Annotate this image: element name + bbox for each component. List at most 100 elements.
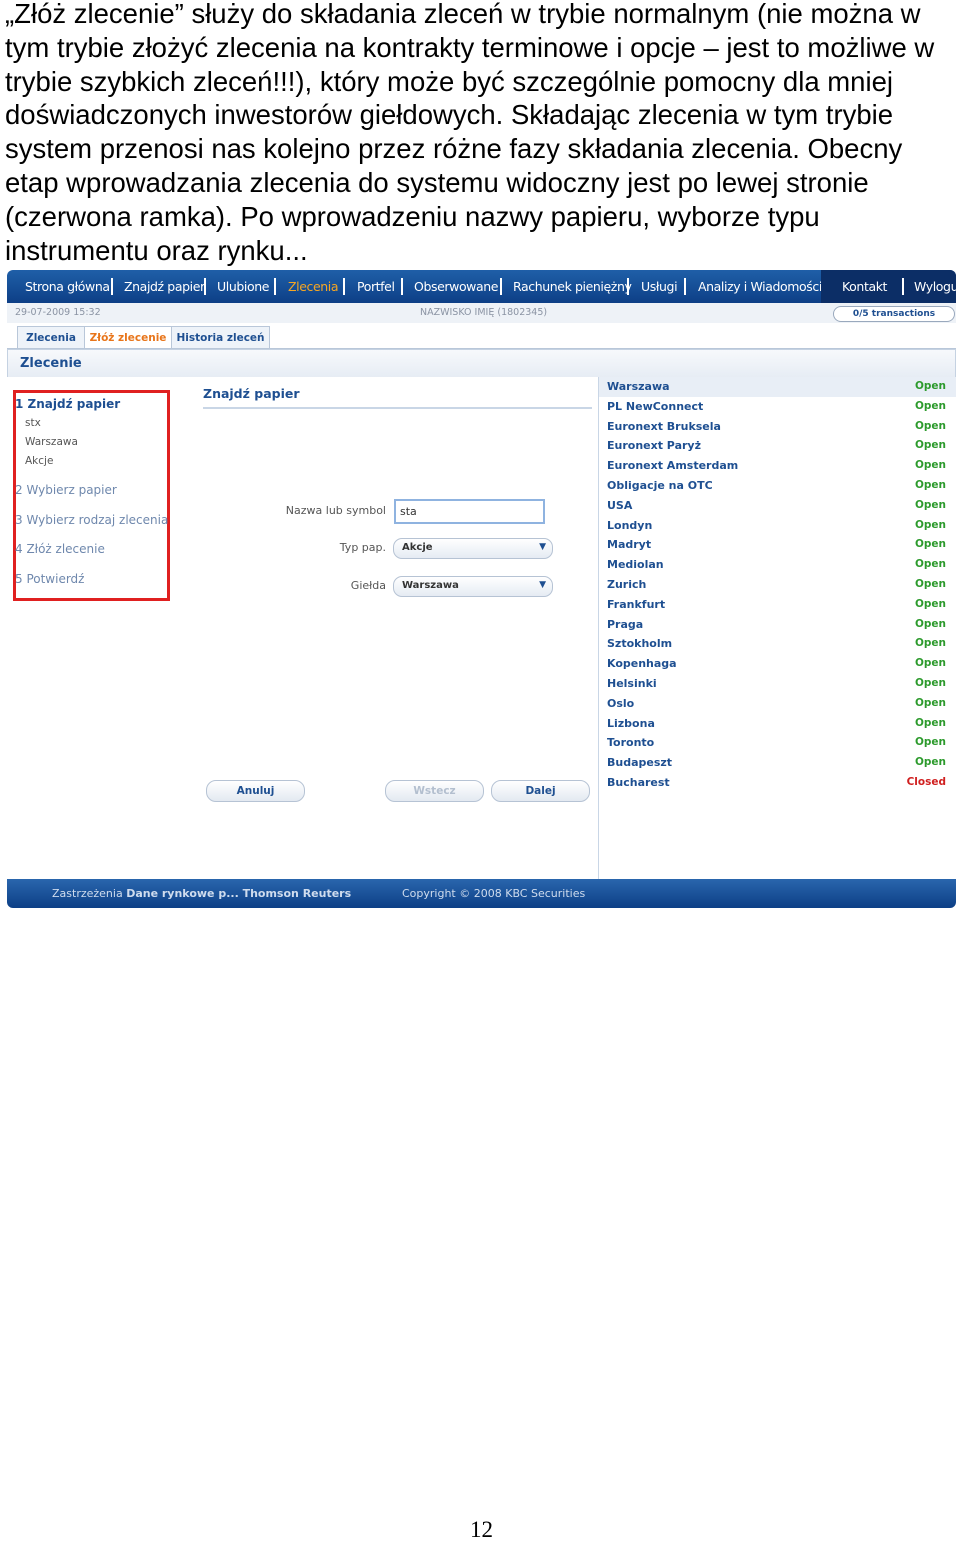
market-name: Madryt (607, 538, 652, 552)
exchange-select[interactable]: Warszawa ▼ (393, 576, 553, 597)
market-status: Open (914, 498, 946, 511)
nav-separator (627, 278, 629, 295)
exchange-select-value: Warszawa (402, 580, 459, 591)
market-status: Closed (906, 776, 946, 788)
steps-column: 1 Znajdź papier stx Warszawa Akcje 2 Wyb… (7, 377, 198, 879)
step-confirm: 5 Potwierdź (15, 572, 85, 586)
market-status: Open (914, 419, 946, 432)
nav-item-favourites[interactable]: Ulubione (217, 279, 269, 294)
nav-item-cash-account[interactable]: Rachunek pieniężny (513, 279, 632, 294)
list-item[interactable]: PL NewConnect Open (599, 397, 956, 417)
market-status: Open (914, 518, 946, 531)
list-item[interactable]: Praga Open (599, 615, 956, 635)
list-item[interactable]: Warszawa Open (599, 377, 956, 397)
list-item[interactable]: Frankfurt Open (599, 595, 956, 615)
cancel-button[interactable]: Anuluj (206, 780, 305, 802)
market-status: Open (914, 597, 946, 610)
market-status: Open (914, 617, 946, 630)
market-name: Obligacje na OTC (607, 479, 713, 492)
tab-orders[interactable]: Zlecenia (17, 326, 85, 349)
market-status: Open (914, 399, 946, 412)
market-name: PL NewConnect (607, 399, 704, 413)
market-status: Open (914, 439, 946, 452)
list-item[interactable]: Londyn Open (599, 516, 956, 536)
market-status: Open (914, 578, 946, 590)
list-item[interactable]: Budapeszt Open (599, 753, 956, 773)
next-button[interactable]: Dalej (491, 780, 590, 802)
market-name: USA (607, 498, 633, 512)
session-datetime: 29-07-2009 15:32 (15, 307, 101, 318)
tab-order-history[interactable]: Historia zleceń (171, 326, 270, 349)
market-name: Frankfurt (607, 597, 666, 611)
list-item[interactable]: Obligacje na OTC Open (599, 476, 956, 496)
type-select[interactable]: Akcje ▼ (393, 538, 553, 559)
nav-item-contact[interactable]: Kontakt (842, 279, 887, 294)
disclaimer-prefix: Zastrzeżenia (52, 887, 123, 900)
nav-item-watchlist[interactable]: Obserwowane (414, 279, 498, 294)
list-item[interactable]: Euronext Bruksela Open (599, 417, 956, 437)
market-name: Helsinki (607, 677, 657, 690)
market-name: Budapeszt (607, 756, 673, 770)
market-name: Zurich (607, 578, 647, 591)
page-number: 12 (470, 1517, 493, 1542)
nav-separator (684, 278, 686, 295)
nav-item-portfolio[interactable]: Portfel (357, 279, 395, 294)
nav-item-services[interactable]: Usługi (641, 279, 678, 294)
market-name: Lizbona (607, 716, 655, 730)
market-name: Euronext Bruksela (607, 419, 721, 433)
list-item[interactable]: Euronext Paryż Open (599, 436, 956, 456)
name-label: Nazwa lub symbol (285, 504, 386, 517)
market-status: Open (914, 657, 946, 670)
market-name: Praga (607, 617, 644, 631)
nav-separator (902, 278, 904, 295)
nav-item-logout[interactable]: Wyloguj (914, 279, 956, 294)
list-item[interactable]: USA Open (599, 496, 956, 516)
copyright: Copyright © 2008 KBC Securities (402, 887, 586, 900)
market-status: Open (914, 716, 946, 729)
list-item[interactable]: Toronto Open (599, 733, 956, 753)
list-item[interactable]: Bucharest Closed (599, 773, 956, 793)
step-choose-security: 2 Wybierz papier (15, 483, 117, 497)
list-item[interactable]: Mediolan Open (599, 555, 956, 575)
transactions-counter[interactable]: 0/5 transactions (833, 306, 955, 322)
footer-bar: Zastrzeżenia Dane rynkowe p... Thomson R… (7, 879, 956, 908)
tab-place-order[interactable]: Złóż zlecenie (84, 326, 172, 350)
exchange-label: Giełda (350, 579, 386, 592)
market-status: Open (914, 677, 946, 689)
top-navigation: Strona główna Znajdź papier Ulubione Zle… (7, 270, 956, 303)
list-item[interactable]: Oslo Open (599, 694, 956, 714)
back-button[interactable]: Wstecz (385, 780, 484, 802)
nav-item-analyses-news[interactable]: Analizy i Wiadomości (698, 279, 822, 294)
step-place-order: 4 Złóż zlecenie (15, 542, 105, 556)
user-name: NAZWISKO IMIĘ (1802345) (420, 307, 548, 318)
name-input[interactable]: sta (394, 499, 545, 524)
nav-separator (401, 278, 403, 295)
panel-header: Zlecenie (7, 349, 956, 379)
search-form: Znajdź papier Nazwa lub symbol sta Typ p… (197, 377, 599, 879)
market-list: Warszawa Open PL NewConnect Open Euronext … (599, 377, 956, 879)
market-status: Open (914, 637, 946, 650)
type-select-value: Akcje (402, 542, 433, 553)
nav-item-find-security[interactable]: Znajdź papier (124, 279, 205, 294)
list-item[interactable]: Sztokholm Open (599, 634, 956, 654)
list-item[interactable]: Zurich Open (599, 575, 956, 595)
nav-item-orders[interactable]: Zlecenia (288, 279, 339, 294)
app-screenshot: Strona główna Znajdź papier Ulubione Zle… (7, 270, 956, 908)
market-status: Open (914, 736, 946, 749)
step-detail-type: Akcje (25, 455, 54, 467)
market-status: Open (914, 459, 946, 472)
list-item[interactable]: Euronext Amsterdam Open (599, 456, 956, 476)
panel-title: Zlecenie (20, 356, 82, 371)
step-choose-order-type: 3 Wybierz rodzaj zlecenia (15, 513, 169, 527)
market-name: Oslo (607, 696, 635, 710)
list-item[interactable]: Kopenhaga Open (599, 654, 956, 674)
form-heading: Znajdź papier (203, 386, 300, 401)
market-status: Open (914, 538, 946, 551)
step-find-security: 1 Znajdź papier (15, 397, 121, 411)
nav-item-home[interactable]: Strona główna (25, 279, 110, 294)
list-item[interactable]: Helsinki Open (599, 674, 956, 694)
disclaimer-text: Dane rynkowe p... Thomson Reuters (126, 887, 352, 900)
list-item[interactable]: Madryt Open (599, 535, 956, 555)
disclaimer-link[interactable]: Zastrzeżenia Dane rynkowe p... Thomson R… (52, 887, 351, 900)
list-item[interactable]: Lizbona Open (599, 714, 956, 734)
